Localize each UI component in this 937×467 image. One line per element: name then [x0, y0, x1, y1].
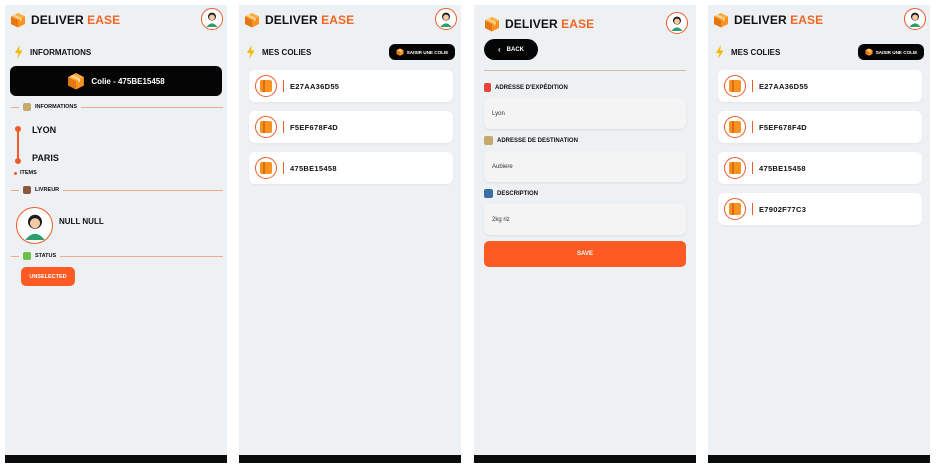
parcel-icon	[255, 75, 277, 97]
section-title: MES COLIES	[246, 45, 311, 59]
items-label: ITEMS	[14, 170, 37, 176]
colie-header-card: Colie - 475BE15458	[10, 66, 222, 96]
colie-card[interactable]: 475BE15458	[249, 152, 453, 184]
brand-name: DELIVER EASE	[505, 17, 595, 31]
header-divider	[484, 70, 686, 71]
parcel-icon	[724, 198, 746, 220]
flag-icon	[484, 83, 491, 92]
save-button[interactable]: SAVE	[484, 241, 686, 267]
livreur-divider: LIVREUR	[11, 185, 223, 195]
logo-icon	[485, 17, 499, 32]
section-title: MES COLIES	[715, 45, 780, 59]
brand-name: DELIVER EASE	[734, 13, 824, 27]
brand-name: DELIVER EASE	[31, 13, 121, 27]
destination-dot	[15, 158, 21, 164]
parcel-icon	[255, 157, 277, 179]
section-title: INFORMATIONS	[14, 45, 91, 59]
driver-icon	[23, 186, 31, 194]
parcel-icon	[68, 73, 85, 90]
logo-icon	[245, 13, 259, 28]
bolt-icon	[247, 45, 255, 59]
status-icon	[23, 252, 31, 260]
parcel-icon	[255, 116, 277, 138]
app-header: DELIVER EASE	[10, 8, 223, 32]
description-icon	[484, 189, 493, 198]
colie-card[interactable]: E27AA36D55	[718, 70, 922, 102]
parcel-icon	[724, 75, 746, 97]
parcel-icon	[724, 116, 746, 138]
add-colie-button[interactable]: SAISIR UNE COLIE	[858, 44, 924, 60]
origin-dot	[15, 126, 21, 132]
colie-card[interactable]: F5EF678F4D	[249, 111, 453, 143]
bolt-icon	[15, 45, 23, 59]
user-avatar-icon	[671, 16, 683, 31]
colie-detail-screen: DELIVER EASE INFORMATIONS Colie - 475BE1…	[5, 5, 227, 463]
driver-name: NULL NULL	[59, 217, 104, 226]
add-colie-button[interactable]: SAISIR UNE COLIE	[389, 44, 455, 60]
user-avatar-icon	[909, 12, 921, 27]
colie-card[interactable]: 475BE15458	[718, 152, 922, 184]
status-badge[interactable]: UNSELECTED	[21, 267, 75, 286]
colie-card[interactable]: E27AA36D55	[249, 70, 453, 102]
origin-label: ADRESSE D'EXPÉDITION	[484, 83, 568, 92]
description-label: DESCRIPTION	[484, 189, 538, 198]
description-input[interactable]: 2kg riz	[484, 204, 686, 235]
bolt-icon	[716, 45, 724, 59]
user-avatar-icon	[440, 12, 452, 27]
parcel-icon	[865, 48, 873, 56]
profile-avatar[interactable]	[904, 8, 926, 30]
destination-city: PARIS	[32, 153, 59, 163]
driver-avatar-icon	[24, 214, 45, 240]
colie-card[interactable]: E7902F77C3	[718, 193, 922, 225]
profile-avatar[interactable]	[201, 8, 223, 30]
info-icon	[23, 103, 31, 111]
back-button[interactable]: ‹ BACK	[484, 39, 538, 60]
colie-list-screen-updated: DELIVER EASE MES COLIES SAISIR UNE COLIE…	[708, 5, 930, 463]
logo-icon	[714, 13, 728, 28]
parcel-icon	[724, 157, 746, 179]
profile-avatar[interactable]	[666, 12, 688, 34]
user-avatar-icon	[206, 12, 218, 27]
informations-divider: INFORMATIONS	[11, 102, 223, 112]
colie-form-screen: DELIVER EASE ‹ BACK ADRESSE D'EXPÉDITION…	[474, 5, 696, 463]
system-nav-bar	[474, 455, 696, 463]
destination-input[interactable]: Aubiere	[484, 151, 686, 182]
app-header: DELIVER EASE	[484, 12, 688, 36]
chevron-left-icon: ‹	[497, 45, 501, 54]
colie-card[interactable]: F5EF678F4D	[718, 111, 922, 143]
parcel-icon	[396, 48, 404, 56]
origin-city: LYON	[32, 125, 57, 135]
profile-avatar[interactable]	[435, 8, 457, 30]
app-header: DELIVER EASE	[713, 8, 926, 32]
status-divider: STATUS	[11, 251, 223, 261]
logo-icon	[11, 13, 25, 28]
origin-input[interactable]: Lyon	[484, 98, 686, 129]
colie-list-screen: DELIVER EASE MES COLIES SAISIR UNE COLIE…	[239, 5, 461, 463]
driver-avatar	[16, 207, 53, 244]
destination-icon	[484, 136, 493, 145]
brand-name: DELIVER EASE	[265, 13, 355, 27]
system-nav-bar	[5, 455, 227, 463]
system-nav-bar	[708, 455, 930, 463]
destination-label: ADRESSE DE DESTINATION	[484, 136, 578, 145]
app-header: DELIVER EASE	[244, 8, 457, 32]
system-nav-bar	[239, 455, 461, 463]
route-timeline	[17, 129, 19, 161]
